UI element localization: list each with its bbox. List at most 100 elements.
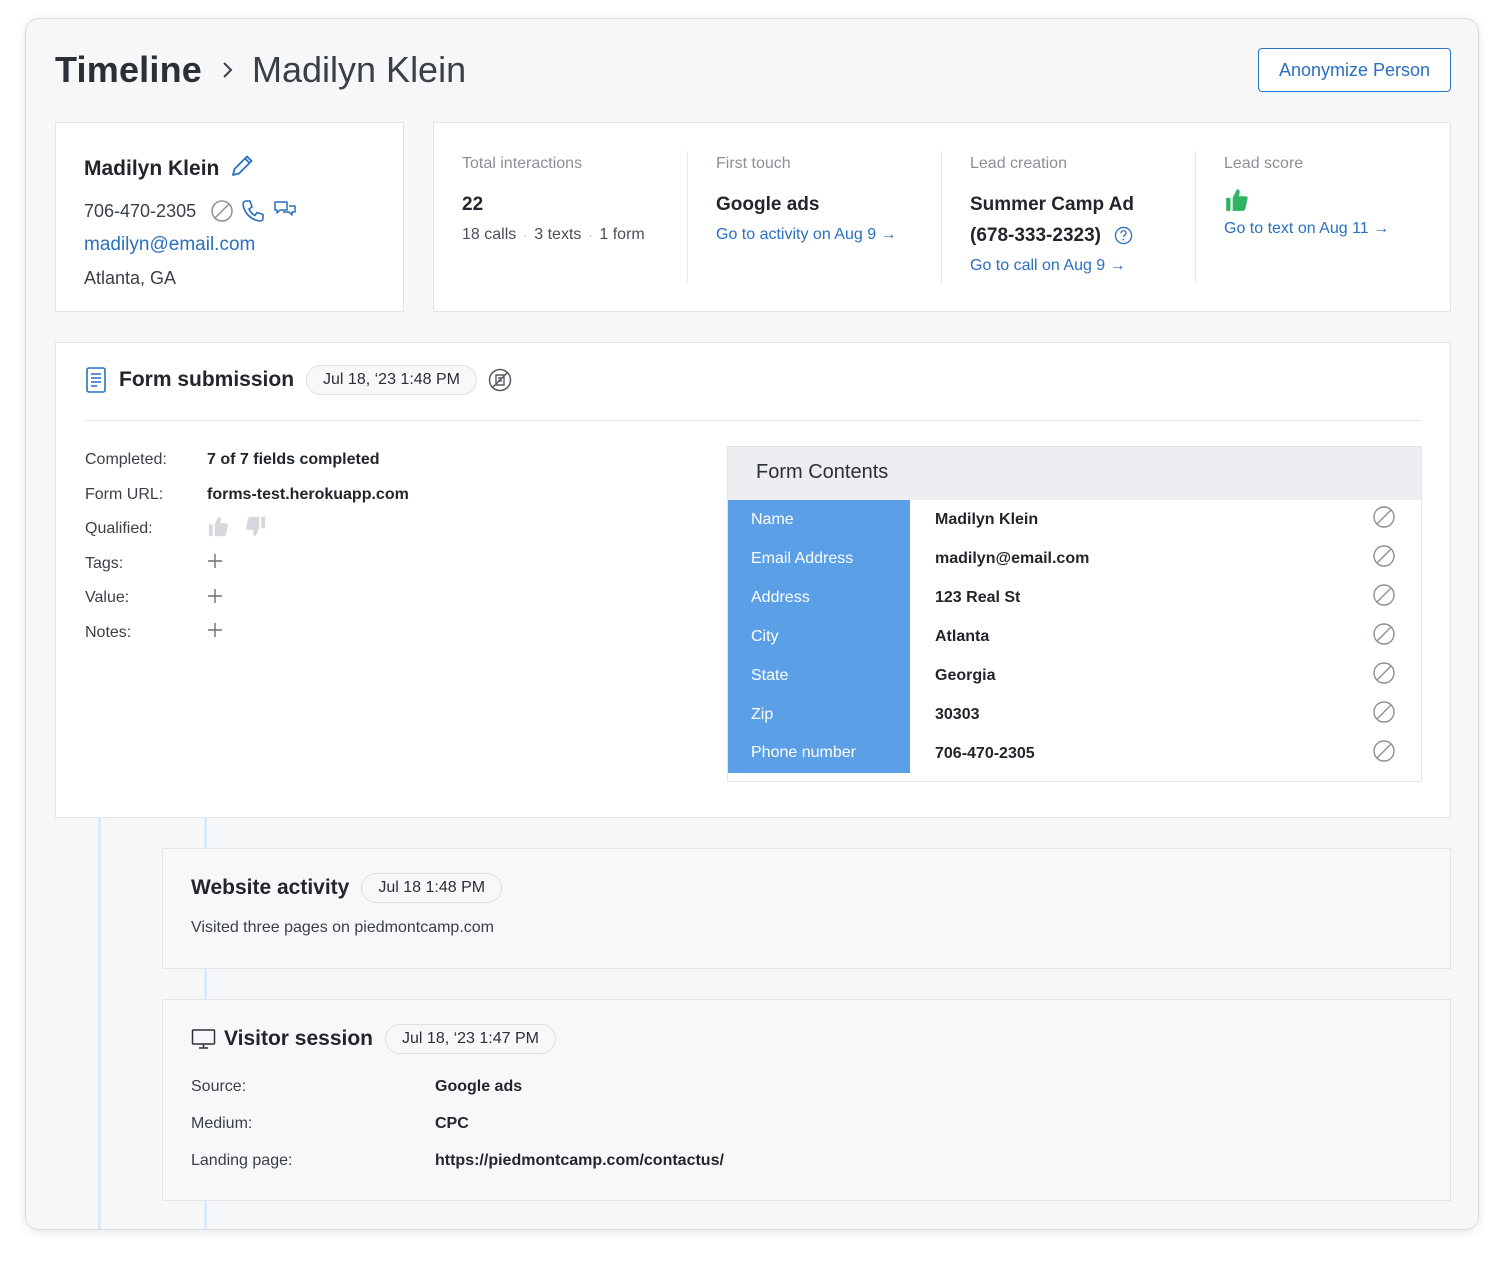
block-icon[interactable] — [210, 199, 234, 223]
block-icon[interactable] — [1372, 505, 1396, 534]
stat-total-interactions: Total interactions 22 18 calls · 3 texts… — [434, 151, 688, 283]
pencil-icon[interactable] — [229, 153, 255, 184]
field-notes: Notes: — [85, 616, 409, 651]
table-row: Email Address madilyn@email.com — [728, 539, 1421, 578]
table-row: Address 123 Real St — [728, 578, 1421, 617]
table-value-text: Georgia — [935, 666, 996, 684]
stat-lead-score: Lead score Go to text on Aug 11 → — [1196, 151, 1450, 283]
stat-label: Lead score — [1224, 155, 1304, 172]
lead-source-name: Summer Camp Ad — [970, 194, 1134, 215]
field-label: Form URL: — [85, 485, 164, 503]
chat-icon[interactable] — [272, 198, 298, 224]
table-row: State Georgia — [728, 656, 1421, 695]
session-row-landing-page: Landing page: https://piedmontcamp.com/c… — [191, 1142, 724, 1179]
section-title: Visitor session — [224, 1027, 374, 1050]
table-value: madilyn@email.com — [910, 539, 1421, 578]
qualified-controls — [207, 515, 267, 543]
field-label: Qualified: — [85, 520, 153, 538]
session-details: Source: Google ads Medium: CPC Landing p… — [191, 1068, 724, 1179]
form-submission-card: Form submission Jul 18, ‘23 1:48 PM Comp… — [55, 342, 1451, 818]
field-tags: Tags: — [85, 547, 409, 582]
block-icon[interactable] — [1372, 583, 1396, 612]
timestamp-pill: Jul 18, ‘23 1:48 PM — [306, 365, 477, 395]
session-row-medium: Medium: CPC — [191, 1105, 724, 1142]
table-value-text: 706-470-2305 — [935, 744, 1035, 762]
monitor-icon — [191, 1028, 216, 1050]
session-label: Source: — [191, 1077, 247, 1095]
phone-icon[interactable] — [240, 198, 266, 224]
table-key: Phone number — [728, 734, 910, 773]
anonymize-person-button[interactable]: Anonymize Person — [1258, 48, 1451, 92]
section-title: Website activity — [191, 876, 350, 899]
field-label: Tags: — [85, 554, 124, 572]
field-value-row: Value: — [85, 581, 409, 616]
no-tag-icon[interactable] — [487, 367, 513, 393]
field-value: forms-test.herokuapp.com — [207, 485, 409, 503]
texts-count: 3 texts — [534, 226, 582, 243]
form-icon — [85, 366, 107, 394]
block-icon[interactable] — [1372, 739, 1396, 768]
form-contents-title: Form Contents — [728, 447, 1421, 500]
visitor-session-card: Visitor session Jul 18, ‘23 1:47 PM Sour… — [162, 999, 1451, 1201]
table-row: City Atlanta — [728, 617, 1421, 656]
person-card: Madilyn Klein 706-470-2305 madilyn@email… — [55, 122, 404, 312]
table-key: Name — [728, 500, 910, 539]
go-to-call-link[interactable]: Go to call on Aug 9 → — [970, 257, 1167, 275]
session-row-source: Source: Google ads — [191, 1068, 724, 1105]
session-value: Google ads — [435, 1077, 523, 1095]
block-icon[interactable] — [1372, 622, 1396, 651]
person-name-row: Madilyn Klein — [84, 153, 375, 184]
block-icon[interactable] — [1372, 700, 1396, 729]
table-value-text: 123 Real St — [935, 588, 1021, 606]
add-tag-plus-icon[interactable] — [207, 553, 223, 574]
person-phone: 706-470-2305 — [84, 200, 197, 221]
block-icon[interactable] — [1372, 661, 1396, 690]
field-value: 7 of 7 fields completed — [207, 451, 380, 469]
form-submission-header: Form submission Jul 18, ‘23 1:48 PM — [85, 365, 513, 395]
table-row: Phone number 706-470-2305 — [728, 734, 1421, 773]
timeline-line — [204, 969, 207, 999]
timeline-window: Timeline Madilyn Klein Anonymize Person … — [25, 18, 1479, 1230]
timeline-line — [98, 818, 101, 1229]
separator-dot: · — [588, 228, 593, 242]
table-value-text: madilyn@email.com — [935, 549, 1090, 567]
table-key: Email Address — [728, 539, 910, 578]
website-activity-header: Website activity Jul 18 1:48 PM — [191, 873, 503, 903]
stat-lead-creation: Lead creation Summer Camp Ad (678-333-23… — [942, 151, 1196, 283]
table-value: Madilyn Klein — [910, 500, 1421, 539]
thumbs-up-icon[interactable] — [207, 515, 230, 543]
table-value: Georgia — [910, 656, 1421, 695]
thumbs-up-icon — [1224, 187, 1422, 218]
add-note-plus-icon[interactable] — [207, 622, 223, 643]
breadcrumb-root[interactable]: Timeline — [55, 49, 202, 91]
block-icon[interactable] — [1372, 544, 1396, 573]
person-location: Atlanta, GA — [84, 268, 177, 288]
stat-first-touch: First touch Google ads Go to activity on… — [688, 151, 942, 283]
interaction-breakdown: 18 calls · 3 texts · 1 form — [462, 226, 659, 244]
form-fields: Completed: 7 of 7 fields completed Form … — [85, 443, 409, 650]
forms-count: 1 form — [599, 226, 645, 243]
separator-dot: · — [523, 228, 528, 242]
lead-source-number: (678-333-2323) — [970, 225, 1101, 246]
table-value: Atlanta — [910, 617, 1421, 656]
help-icon[interactable] — [1114, 226, 1133, 245]
landing-page-link[interactable]: https://piedmontcamp.com/contactus/ — [435, 1152, 724, 1170]
session-value: CPC — [435, 1114, 469, 1132]
breadcrumb: Timeline Madilyn Klein — [55, 49, 466, 91]
field-label: Value: — [85, 589, 130, 607]
table-value: 123 Real St — [910, 578, 1421, 617]
visitor-session-header: Visitor session Jul 18, ‘23 1:47 PM — [191, 1024, 556, 1054]
table-value-text: Madilyn Klein — [935, 510, 1039, 528]
stat-value: 22 — [462, 194, 484, 215]
go-to-text-link[interactable]: Go to text on Aug 11 → — [1224, 220, 1422, 238]
thumbs-down-icon[interactable] — [244, 515, 267, 543]
person-email-link[interactable]: madilyn@email.com — [84, 234, 375, 256]
timeline-line — [204, 1201, 207, 1229]
go-to-activity-link[interactable]: Go to activity on Aug 9 → — [716, 226, 913, 244]
field-label: Completed: — [85, 451, 167, 469]
stats-card: Total interactions 22 18 calls · 3 texts… — [433, 122, 1451, 312]
table-value: 30303 — [910, 695, 1421, 734]
add-value-plus-icon[interactable] — [207, 588, 223, 609]
stat-value: Google ads — [716, 194, 820, 215]
calls-count: 18 calls — [462, 226, 517, 243]
